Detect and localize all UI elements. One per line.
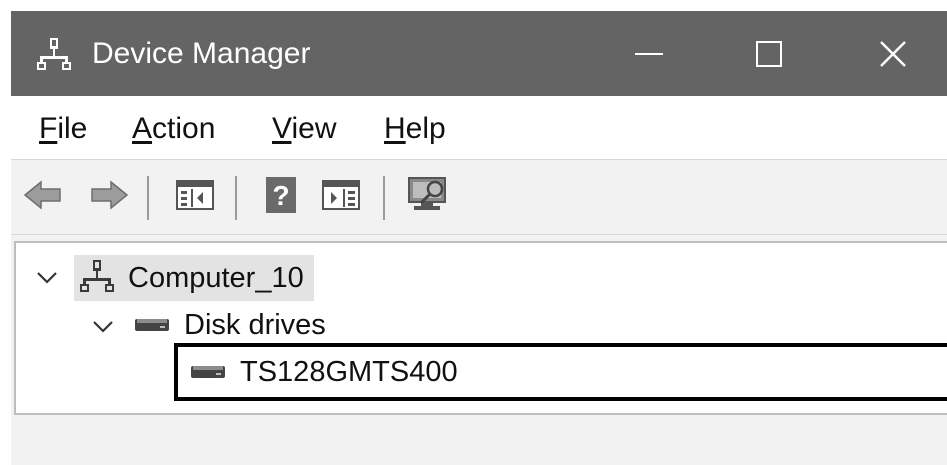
window-title: Device Manager xyxy=(92,37,311,70)
chevron-down-icon[interactable] xyxy=(92,319,114,335)
forward-button[interactable] xyxy=(89,177,129,217)
status-bar xyxy=(11,415,947,465)
menu-bar: File Action View Help xyxy=(11,96,947,159)
chevron-down-icon[interactable] xyxy=(36,270,58,286)
disk-drive-icon xyxy=(190,360,226,385)
menu-view[interactable]: View xyxy=(272,111,336,147)
maximize-button[interactable] xyxy=(719,11,819,96)
menu-file-label: ile xyxy=(57,112,88,145)
menu-file-accel: F xyxy=(39,112,58,145)
close-button[interactable] xyxy=(843,11,943,96)
menu-action[interactable]: Action xyxy=(132,111,215,147)
device-tree[interactable]: Computer_10 Disk drives TS128GMTS400 xyxy=(14,241,947,415)
menu-view-label: iew xyxy=(291,112,337,145)
computer-network-icon xyxy=(37,37,71,71)
tree-item-label: Disk drives xyxy=(184,309,326,341)
title-bar[interactable]: Device Manager xyxy=(11,11,947,96)
tree-item-computer[interactable]: Computer_10 xyxy=(74,255,314,301)
minimize-button[interactable] xyxy=(599,11,699,96)
toolbar-separator xyxy=(383,176,385,220)
help-icon: ? xyxy=(263,175,299,220)
menu-view-accel: V xyxy=(272,112,292,145)
menu-action-accel: A xyxy=(132,112,153,145)
toolbar-separator xyxy=(235,176,237,220)
disk-drive-icon xyxy=(134,313,170,338)
toolbar-separator xyxy=(147,176,149,220)
tree-item-label: Computer_10 xyxy=(128,262,304,294)
show-hide-console-tree-button[interactable] xyxy=(175,177,215,217)
toolbar: ? xyxy=(11,159,947,235)
svg-text:?: ? xyxy=(272,180,289,211)
help-button[interactable]: ? xyxy=(261,175,301,220)
device-manager-window: Device Manager File Action View Help ? C… xyxy=(11,11,947,465)
tree-item-ts128gmts400[interactable]: TS128GMTS400 xyxy=(174,343,947,401)
menu-help-label: elp xyxy=(405,112,446,145)
menu-help[interactable]: Help xyxy=(384,111,446,147)
tree-item-disk-drives[interactable]: Disk drives xyxy=(130,303,326,347)
minimize-icon xyxy=(635,52,663,56)
tree-item-label: TS128GMTS400 xyxy=(240,356,458,388)
show-action-pane-icon xyxy=(321,177,361,218)
back-button[interactable] xyxy=(23,177,63,217)
menu-help-accel: H xyxy=(384,112,406,145)
show-action-pane-button[interactable] xyxy=(321,177,361,217)
scan-hardware-changes-button[interactable] xyxy=(405,175,449,220)
computer-network-icon xyxy=(80,259,114,298)
show-hide-console-tree-icon xyxy=(175,177,215,218)
forward-arrow-icon xyxy=(89,179,129,216)
maximize-icon xyxy=(756,40,782,67)
close-icon xyxy=(879,40,907,68)
menu-action-label: ction xyxy=(152,112,216,145)
back-arrow-icon xyxy=(23,179,63,216)
menu-file[interactable]: File xyxy=(39,111,87,147)
scan-hardware-changes-icon xyxy=(405,175,449,220)
